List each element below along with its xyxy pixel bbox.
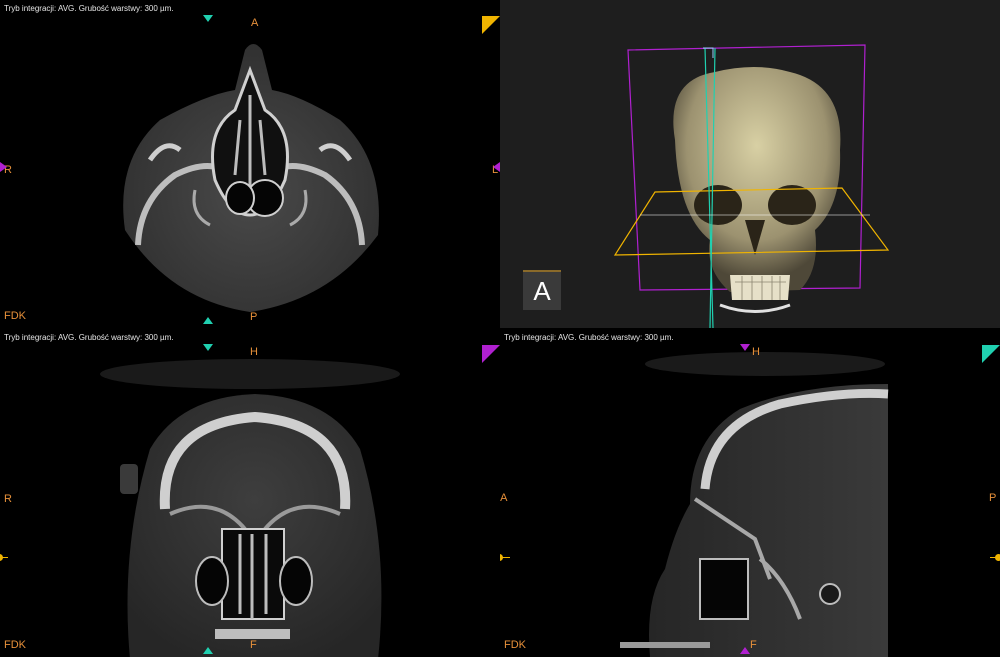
coronal-crosshair-left-handle-icon[interactable] (0, 162, 7, 172)
coronal-view-pane[interactable]: Tryb integracji: AVG. Grubość warstwy: 3… (0, 329, 500, 657)
axial-corner-indicator-icon (482, 16, 500, 34)
axial-label-top: A (251, 17, 259, 29)
sagittal-info-text: Tryb integracji: AVG. Grubość warstwy: 3… (504, 333, 674, 342)
sagittal-slice-image (620, 352, 889, 657)
coronal-label-top: H (250, 346, 258, 358)
coronal-crosshair-top-handle-icon[interactable] (740, 344, 750, 351)
sagittal-label-right: P (989, 492, 997, 504)
axial-info-text: Tryb integracji: AVG. Grubość warstwy: 3… (4, 4, 174, 13)
sagittal-label-top: H (752, 346, 760, 358)
axial-view-pane[interactable]: Tryb integracji: AVG. Grubość warstwy: 3… (0, 0, 500, 328)
axial-label-bottom: P (250, 311, 258, 323)
sagittal-view-pane[interactable]: Tryb integracji: AVG. Grubość warstwy: 3… (500, 329, 1000, 657)
coronal-label-bottom: F (250, 639, 257, 651)
coronal-recon-label: FDK (4, 639, 26, 651)
sagittal-label-left: L A (500, 492, 508, 504)
skull-3d-render (613, 44, 890, 328)
axial-recon-label: FDK (4, 310, 26, 322)
axial-crosshair-right-handle-icon[interactable] (995, 554, 1000, 561)
sagittal-crosshair-bottom-handle-icon[interactable] (203, 317, 213, 324)
orientation-cube[interactable]: A (523, 270, 561, 310)
sagittal-crosshair-bottom-handle-icon[interactable] (203, 647, 213, 654)
sagittal-label-bottom: F (750, 639, 757, 651)
coronal-crosshair-bottom-handle-icon[interactable] (740, 647, 750, 654)
sagittal-crosshair-top-handle-icon[interactable] (203, 344, 213, 351)
coronal-crosshair-right-handle-icon[interactable] (493, 162, 500, 172)
coronal-info-text: Tryb integracji: AVG. Grubość warstwy: 3… (4, 333, 174, 342)
sagittal-corner-indicator-icon (982, 345, 1000, 363)
axial-slice-image (123, 44, 379, 312)
volume-render-pane[interactable]: A (500, 0, 1000, 328)
coronal-label-left: R (4, 493, 12, 505)
sagittal-recon-label: FDK (504, 639, 526, 651)
coronal-corner-indicator-icon (482, 345, 500, 363)
coronal-slice-image (100, 359, 400, 657)
sagittal-crosshair-top-handle-icon[interactable] (203, 15, 213, 22)
